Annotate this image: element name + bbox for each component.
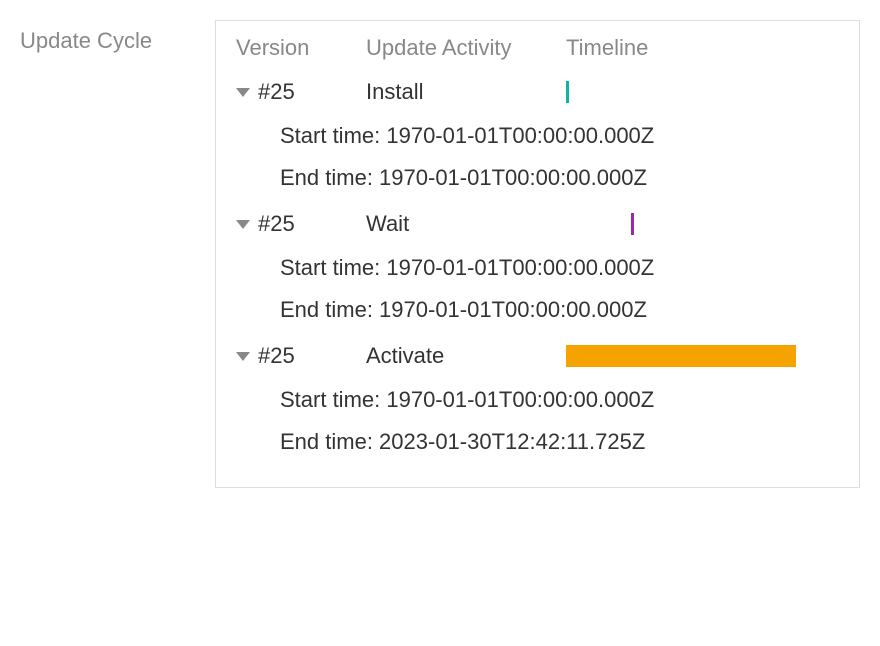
- update-cycle-panel: Version Update Activity Timeline #25 Ins…: [215, 20, 860, 488]
- section-title: Update Cycle: [20, 20, 185, 54]
- end-time-line: End time: 2023-01-30T12:42:11.725Z: [280, 421, 839, 463]
- end-time-value: 1970-01-01T00:00:00.000Z: [379, 297, 647, 323]
- timeline-bar: [566, 81, 569, 103]
- table-row: #25 Wait Start time: 1970-01-01T00:00:00…: [236, 205, 839, 331]
- table-row: #25 Activate Start time: 1970-01-01T00:0…: [236, 337, 839, 463]
- start-time-value: 1970-01-01T00:00:00.000Z: [386, 387, 654, 413]
- end-time-value: 1970-01-01T00:00:00.000Z: [379, 165, 647, 191]
- table-row: #25 Install Start time: 1970-01-01T00:00…: [236, 73, 839, 199]
- timeline-bar: [566, 345, 796, 367]
- end-time-value: 2023-01-30T12:42:11.725Z: [379, 429, 645, 455]
- column-header-version: Version: [236, 35, 366, 61]
- row-toggle[interactable]: #25 Wait: [236, 205, 839, 243]
- start-time-line: Start time: 1970-01-01T00:00:00.000Z: [280, 247, 839, 289]
- row-toggle[interactable]: #25 Activate: [236, 337, 839, 375]
- version-label: #25: [258, 79, 295, 105]
- version-label: #25: [258, 343, 295, 369]
- start-time-label: Start time:: [280, 255, 386, 281]
- end-time-label: End time:: [280, 297, 379, 323]
- end-time-label: End time:: [280, 165, 379, 191]
- row-details: Start time: 1970-01-01T00:00:00.000Z End…: [236, 243, 839, 331]
- timeline-bar: [631, 213, 634, 235]
- activity-label: Install: [366, 79, 423, 104]
- start-time-label: Start time:: [280, 123, 386, 149]
- row-details: Start time: 1970-01-01T00:00:00.000Z End…: [236, 111, 839, 199]
- end-time-label: End time:: [280, 429, 379, 455]
- chevron-down-icon: [236, 88, 250, 97]
- start-time-line: Start time: 1970-01-01T00:00:00.000Z: [280, 115, 839, 157]
- update-cycle-section: Update Cycle Version Update Activity Tim…: [20, 20, 860, 488]
- end-time-line: End time: 1970-01-01T00:00:00.000Z: [280, 289, 839, 331]
- start-time-line: Start time: 1970-01-01T00:00:00.000Z: [280, 379, 839, 421]
- chevron-down-icon: [236, 352, 250, 361]
- column-header-timeline: Timeline: [566, 35, 839, 61]
- start-time-label: Start time:: [280, 387, 386, 413]
- row-toggle[interactable]: #25 Install: [236, 73, 839, 111]
- column-header-activity: Update Activity: [366, 35, 566, 61]
- activity-label: Wait: [366, 211, 409, 236]
- chevron-down-icon: [236, 220, 250, 229]
- start-time-value: 1970-01-01T00:00:00.000Z: [386, 123, 654, 149]
- table-header: Version Update Activity Timeline: [236, 35, 839, 61]
- activity-label: Activate: [366, 343, 444, 368]
- end-time-line: End time: 1970-01-01T00:00:00.000Z: [280, 157, 839, 199]
- version-label: #25: [258, 211, 295, 237]
- row-details: Start time: 1970-01-01T00:00:00.000Z End…: [236, 375, 839, 463]
- start-time-value: 1970-01-01T00:00:00.000Z: [386, 255, 654, 281]
